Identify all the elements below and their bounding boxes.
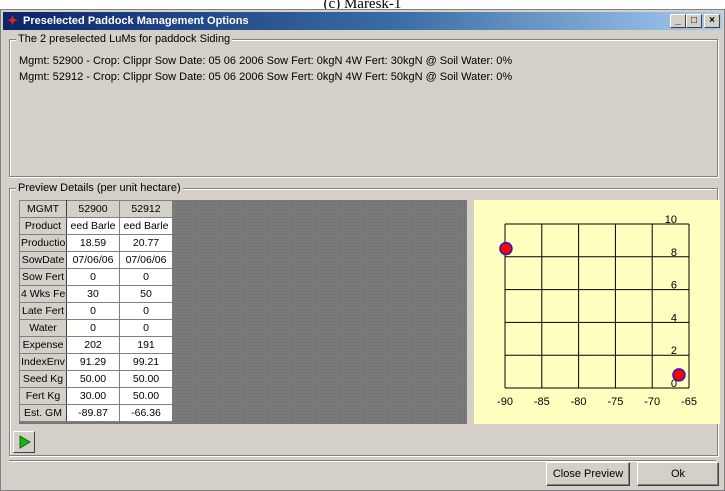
close-preview-button[interactable]: Close Preview: [546, 462, 630, 486]
row-header: Productior: [19, 234, 67, 252]
row-header: Seed Kg: [19, 370, 67, 388]
table-row[interactable]: Fert Kg 30.00 50.00: [19, 387, 173, 405]
table-cell: 202: [66, 336, 120, 354]
scatter-chart-svg: -90 -85 -80 -75 -70 -651086420: [497, 214, 697, 408]
table-cell: eed Barle: [119, 217, 173, 235]
row-header: IndexEnv: [19, 353, 67, 371]
close-button[interactable]: ×: [704, 14, 720, 28]
table-cell: 0: [66, 319, 120, 337]
x-tick-label: -90: [497, 396, 513, 408]
row-header: Expense: [19, 336, 67, 354]
row-header: Late Fert: [19, 302, 67, 320]
table-row[interactable]: Seed Kg 50.00 50.00: [19, 370, 173, 388]
app-icon: ✦: [7, 13, 18, 28]
table-row[interactable]: IndexEnv 91.29 99.21: [19, 353, 173, 371]
row-header: Fert Kg: [19, 387, 67, 405]
table-cell: 0: [119, 302, 173, 320]
row-header: Sow Fert: [19, 268, 67, 286]
column-header: 52900: [66, 200, 120, 218]
table-row[interactable]: Sow Fert 0 0: [19, 268, 173, 286]
row-header: 4 Wks Fer: [19, 285, 67, 303]
row-header: Est. GM: [19, 404, 67, 422]
table-cell: 50.00: [119, 370, 173, 388]
table-cell: 99.21: [119, 353, 173, 371]
table-row[interactable]: SowDate 07/06/06 07/06/06: [19, 251, 173, 269]
scatter-chart: -90 -85 -80 -75 -70 -65 10 8 6 4 2 0: [474, 200, 720, 424]
table-row[interactable]: Late Fert 0 0: [19, 302, 173, 320]
lums-group-legend: The 2 preselected LuMs for paddock Sidin…: [16, 33, 233, 46]
table-cell: 50: [119, 285, 173, 303]
table-cell: 18.59: [66, 234, 120, 252]
x-tick-label: -80: [571, 396, 587, 408]
table-cell: -66.36: [119, 404, 173, 422]
table-row[interactable]: Product eed Barle eed Barle: [19, 217, 173, 235]
y-tick-label: 6: [671, 280, 677, 292]
table-cell: 0: [119, 319, 173, 337]
title-bar[interactable]: ✦ Preselected Paddock Management Options…: [3, 12, 722, 30]
table-cell: eed Barle: [66, 217, 120, 235]
y-tick-label: 8: [671, 247, 677, 259]
table-cell: 191: [119, 336, 173, 354]
table-cell: 0: [119, 268, 173, 286]
table-cell: 91.29: [66, 353, 120, 371]
preview-table: MGMT 52900 52912 Product eed Barle eed Barle P…: [19, 200, 173, 422]
table-cell: 0: [66, 268, 120, 286]
table-row[interactable]: 4 Wks Fer 30 50: [19, 285, 173, 303]
play-icon: [19, 435, 31, 449]
x-tick-label: -75: [607, 396, 623, 408]
row-header: Water: [19, 319, 67, 337]
y-tick-label: 4: [671, 312, 677, 324]
window-title: Preselected Paddock Management Options: [23, 15, 249, 27]
table-header-row: MGMT 52900 52912: [19, 200, 173, 218]
y-tick-label: 10: [665, 214, 677, 226]
preview-table-area: MGMT 52900 52912 Product eed Barle eed Barle P…: [19, 200, 467, 424]
table-cell: 30: [66, 285, 120, 303]
table-cell: 0: [66, 302, 120, 320]
play-button[interactable]: [13, 431, 35, 453]
dialog-window: ✦ Preselected Paddock Management Options…: [0, 9, 725, 491]
mgmt-line-1: Mgmt: 52900 - Crop: Clippr Sow Date: 05 …: [19, 55, 513, 67]
table-cell: 07/06/06: [66, 251, 120, 269]
table-cell: 20.77: [119, 234, 173, 252]
row-header: SowDate: [19, 251, 67, 269]
maximize-button[interactable]: □: [686, 14, 702, 28]
data-point: [499, 241, 513, 256]
x-tick-label: -65: [681, 396, 697, 408]
table-row[interactable]: Water 0 0: [19, 319, 173, 337]
table-row[interactable]: Productior 18.59 20.77: [19, 234, 173, 252]
mgmt-line-2: Mgmt: 52912 - Crop: Clippr Sow Date: 05 …: [19, 71, 513, 83]
data-point: [672, 368, 686, 382]
table-cell: 50.00: [66, 370, 120, 388]
ok-button[interactable]: Ok: [637, 462, 719, 486]
minimize-button[interactable]: _: [670, 14, 686, 28]
x-tick-label: -85: [534, 396, 550, 408]
table-row[interactable]: Est. GM -89.87 -66.36: [19, 404, 173, 422]
table-corner-header: MGMT: [19, 200, 67, 218]
column-header: 52912: [119, 200, 173, 218]
table-cell: 50.00: [119, 387, 173, 405]
preview-group-legend: Preview Details (per unit hectare): [16, 182, 183, 195]
table-cell: 30.00: [66, 387, 120, 405]
row-header: Product: [19, 217, 67, 235]
y-tick-label: 2: [671, 345, 677, 357]
table-cell: 07/06/06: [119, 251, 173, 269]
table-row[interactable]: Expense 202 191: [19, 336, 173, 354]
x-tick-label: -70: [644, 396, 660, 408]
table-cell: -89.87: [66, 404, 120, 422]
